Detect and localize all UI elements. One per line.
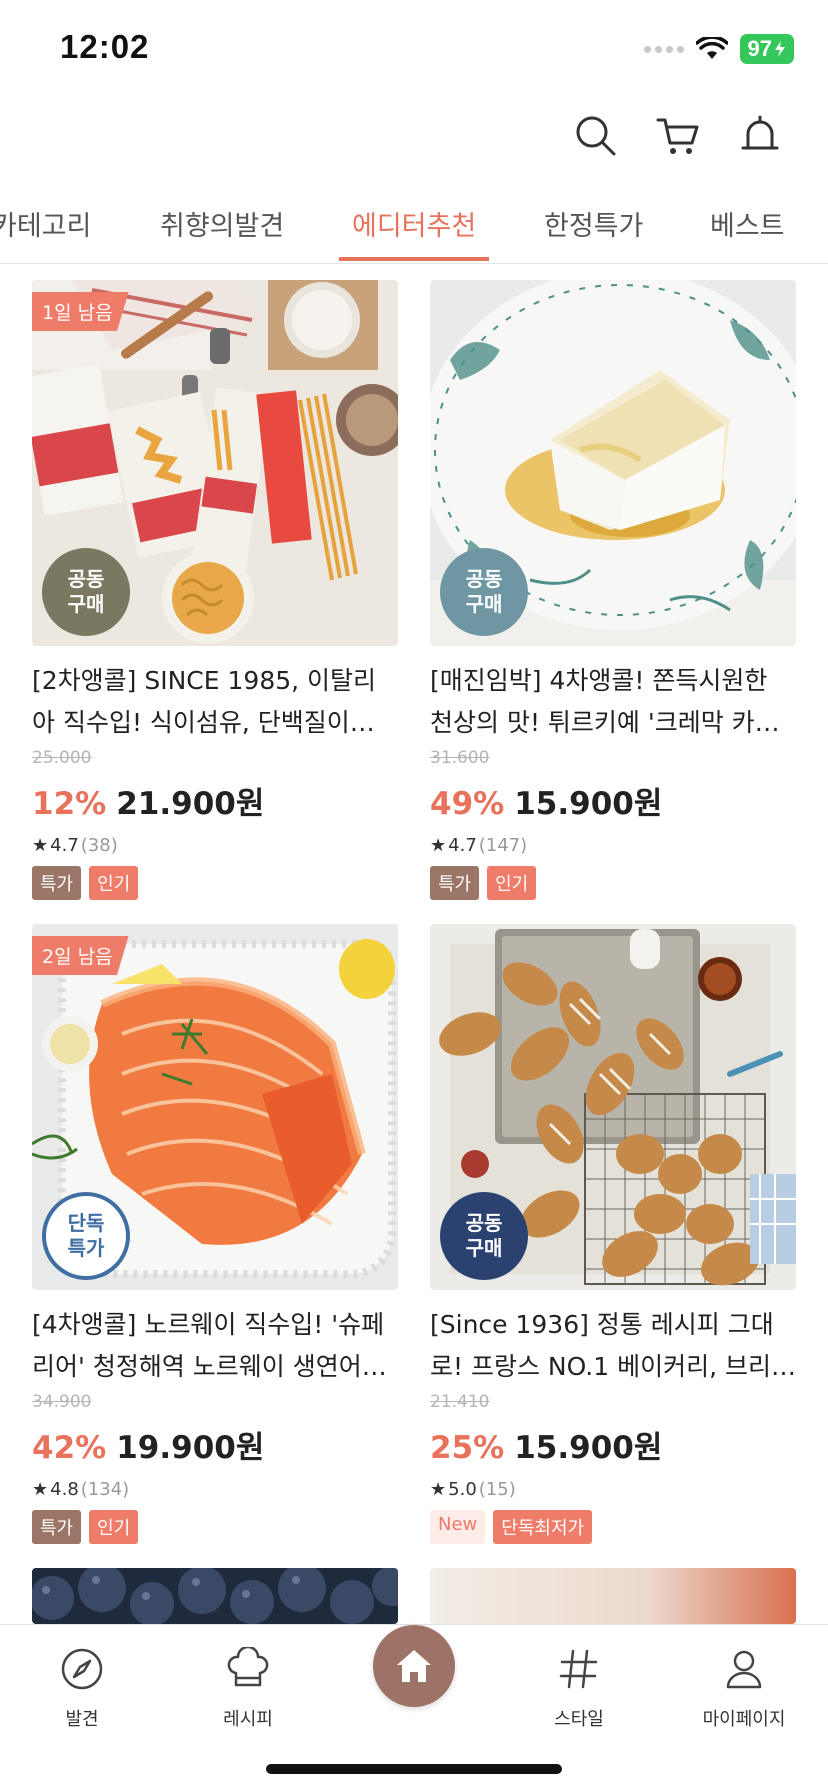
product-image[interactable]: 1일 남음 공동 구매	[32, 280, 398, 646]
star-icon: ★	[430, 1478, 447, 1500]
product-image[interactable]: 공동 구매	[430, 924, 796, 1290]
signal-icon	[643, 45, 684, 53]
search-icon[interactable]	[574, 112, 618, 160]
status-time: 12:02	[60, 28, 150, 65]
tag-list: 특가 인기	[430, 866, 796, 900]
hashtag-icon	[519, 1639, 639, 1699]
rating-value: 4.7	[50, 834, 79, 856]
rating: ★ 4.8 (134)	[32, 1476, 398, 1502]
sale-price: 19.900원	[116, 1430, 265, 1466]
home-indicator	[266, 1764, 562, 1774]
tab-editor-pick[interactable]: 에디터추천	[352, 204, 476, 243]
price-row: 49% 15.900원	[430, 778, 796, 824]
group-buy-badge: 공동 구매	[440, 548, 528, 636]
home-icon	[397, 1650, 431, 1682]
group-buy-badge: 공동 구매	[42, 548, 130, 636]
tab-best[interactable]: 베스트	[710, 204, 785, 243]
discount-rate: 49%	[430, 786, 505, 822]
status-indicators: 97	[643, 34, 794, 64]
battery-level: 97	[747, 36, 772, 61]
nav-label: 스타일	[554, 1709, 604, 1730]
sale-price: 15.900원	[514, 1430, 663, 1466]
star-icon: ★	[32, 1478, 49, 1500]
product-card[interactable]: 공동 구매 [매진임박] 4차앵콜! 쫀득시원한 천상의 맛! 튀르키예 '크레…	[430, 280, 796, 900]
tab-category[interactable]: 카테고리	[0, 204, 91, 243]
product-card[interactable]: 공동 구매 [Since 1936] 정통 레시피 그대로! 프랑스 NO.1 …	[430, 924, 796, 1544]
rating: ★ 4.7 (147)	[430, 832, 796, 858]
tag-popular: 인기	[487, 866, 537, 900]
nav-label: 마이페이지	[702, 1709, 786, 1730]
star-icon: ★	[430, 834, 447, 856]
dday-badge: 1일 남음	[32, 292, 129, 331]
product-card[interactable]	[430, 1568, 796, 1624]
review-count: (38)	[80, 834, 118, 856]
star-icon: ★	[32, 834, 49, 856]
tab-limited-deal[interactable]: 한정특가	[544, 204, 643, 243]
tag-popular: 인기	[89, 866, 139, 900]
review-count: (15)	[478, 1478, 516, 1500]
product-title[interactable]: [4차앵콜] 노르웨이 직수입! '슈페리어' 청정해역 노르웨이 생연어…	[32, 1304, 398, 1388]
sale-price: 21.900원	[116, 786, 265, 822]
nav-recipe[interactable]: 레시피	[188, 1639, 308, 1731]
tag-list: New 단독최저가	[430, 1510, 796, 1544]
tag-new: New	[430, 1510, 486, 1544]
nav-style[interactable]: 스타일	[519, 1639, 639, 1731]
wifi-icon	[695, 37, 728, 59]
compass-icon	[22, 1639, 142, 1699]
dday-badge: 2일 남음	[32, 936, 129, 975]
tag-lowest-price: 단독최저가	[493, 1510, 593, 1544]
review-count: (134)	[80, 1478, 130, 1500]
product-title[interactable]: [Since 1936] 정통 레시피 그대로! 프랑스 NO.1 베이커리, …	[430, 1304, 796, 1388]
cart-icon[interactable]	[656, 112, 700, 160]
category-tabs: 카테고리 취향의발견 에디터추천 한정특가 베스트	[0, 196, 828, 264]
price-row: 12% 21.900원	[32, 778, 398, 824]
product-image[interactable]: 공동 구매	[430, 280, 796, 646]
tag-list: 특가 인기	[32, 866, 398, 900]
discount-rate: 42%	[32, 1430, 107, 1466]
nav-mypage[interactable]: 마이페이지	[684, 1639, 804, 1731]
original-price: 34.900	[32, 1392, 92, 1412]
tag-list: 특가 인기	[32, 1510, 398, 1544]
rating-value: 4.7	[448, 834, 477, 856]
chef-hat-icon	[188, 1639, 308, 1699]
original-price: 21.410	[430, 1392, 490, 1412]
status-bar: 12:02 97	[0, 0, 828, 100]
tag-special-price: 특가	[32, 866, 82, 900]
bell-icon[interactable]	[738, 112, 782, 160]
sale-price: 15.900원	[514, 786, 663, 822]
nav-discover[interactable]: 발견	[22, 1639, 142, 1731]
header-actions	[574, 112, 782, 160]
review-count: (147)	[478, 834, 528, 856]
rating-value: 5.0	[448, 1478, 477, 1500]
tab-taste-discovery[interactable]: 취향의발견	[160, 204, 284, 243]
product-card[interactable]	[32, 1568, 398, 1624]
nav-label: 레시피	[223, 1709, 273, 1730]
rating: ★ 4.7 (38)	[32, 832, 398, 858]
tag-popular: 인기	[89, 1510, 139, 1544]
product-title[interactable]: [매진임박] 4차앵콜! 쫀득시원한 천상의 맛! 튀르키예 '크레막 카…	[430, 660, 796, 744]
product-image[interactable]	[430, 1568, 796, 1624]
exclusive-deal-badge: 단독 특가	[42, 1192, 130, 1280]
discount-rate: 25%	[430, 1430, 505, 1466]
battery-icon: 97	[739, 34, 794, 64]
product-title[interactable]: [2차앵콜] SINCE 1985, 이탈리아 직수입! 식이섬유, 단백질이…	[32, 660, 398, 744]
tag-special-price: 특가	[32, 1510, 82, 1544]
active-tab-indicator	[339, 257, 489, 261]
person-icon	[684, 1639, 804, 1699]
product-card[interactable]: 2일 남음 단독 특가 [4차앵콜] 노르웨이 직수입! '슈페리어' 청정해역…	[32, 924, 398, 1544]
rating-value: 4.8	[50, 1478, 79, 1500]
product-image[interactable]	[32, 1568, 398, 1624]
price-row: 25% 15.900원	[430, 1422, 796, 1468]
product-image[interactable]: 2일 남음 단독 특가	[32, 924, 398, 1290]
original-price: 31.600	[430, 748, 490, 768]
rating: ★ 5.0 (15)	[430, 1476, 796, 1502]
group-buy-badge: 공동 구매	[440, 1192, 528, 1280]
price-row: 42% 19.900원	[32, 1422, 398, 1468]
product-card[interactable]: 1일 남음 공동 구매 [2차앵콜] SINCE 1985, 이탈리아 직수입!…	[32, 280, 398, 900]
home-button[interactable]	[373, 1625, 455, 1707]
discount-rate: 12%	[32, 786, 107, 822]
nav-label: 발견	[65, 1709, 99, 1730]
tag-special-price: 특가	[430, 866, 480, 900]
original-price: 25.000	[32, 748, 92, 768]
